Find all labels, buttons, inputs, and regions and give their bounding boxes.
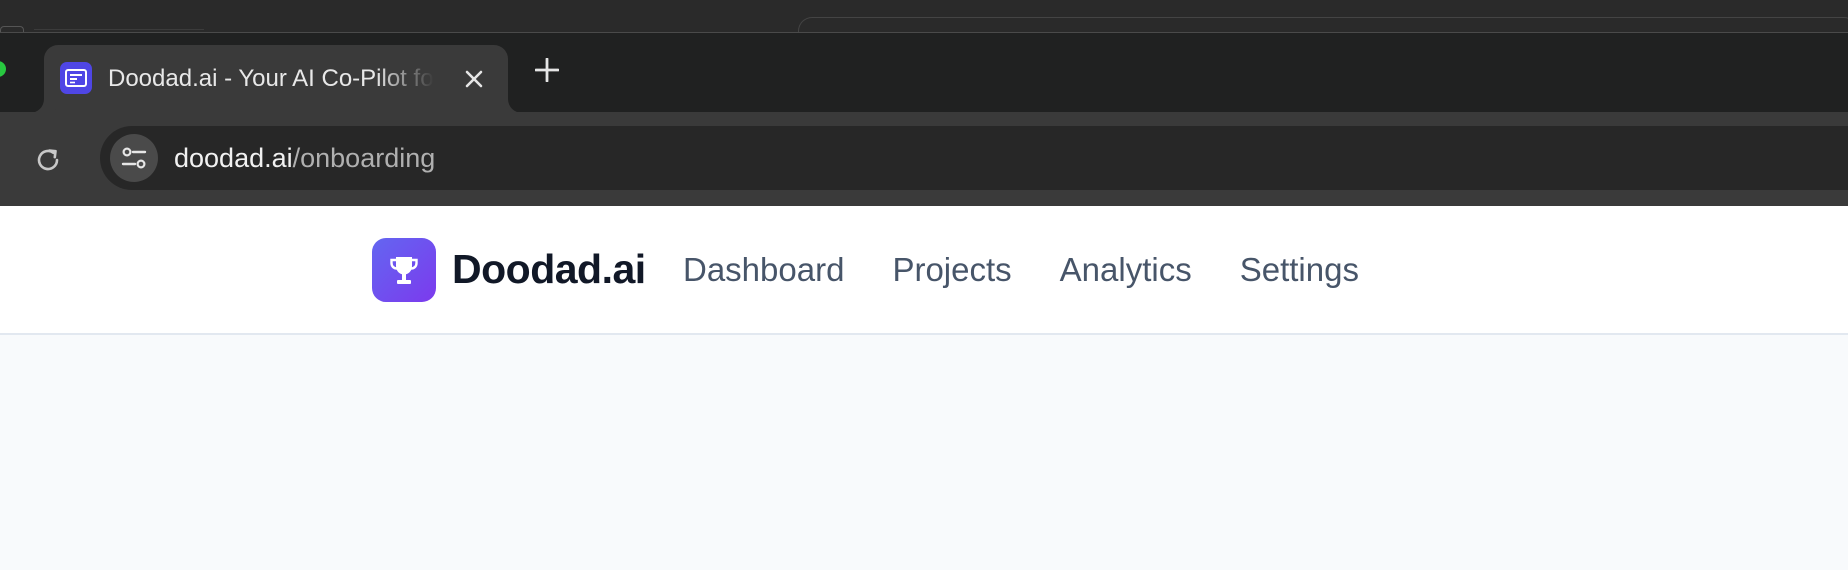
reload-icon[interactable] [30, 142, 66, 178]
nav-settings[interactable]: Settings [1240, 251, 1359, 289]
address-bar[interactable]: doodad.ai/onboarding [100, 126, 1848, 190]
nav-projects[interactable]: Projects [892, 251, 1011, 289]
brand-name[interactable]: Doodad.ai [452, 246, 646, 293]
browser-tab-strip: Doodad.ai - Your AI Co-Pilot for Project… [0, 32, 1848, 113]
browser-tab-active[interactable]: Doodad.ai - Your AI Co-Pilot for Project… [44, 45, 508, 113]
tab-title: Doodad.ai - Your AI Co-Pilot for Project… [108, 65, 434, 92]
os-top-strip [0, 0, 1848, 37]
main-nav: Dashboard Projects Analytics Settings [683, 251, 1359, 289]
background-window-divider [34, 29, 204, 30]
tune-icon[interactable] [110, 134, 158, 182]
window-zoom-button[interactable] [0, 61, 6, 77]
nav-dashboard[interactable]: Dashboard [683, 251, 844, 289]
url-path: /onboarding [292, 143, 436, 173]
plus-icon[interactable] [532, 55, 562, 85]
url-host: doodad.ai [174, 143, 293, 173]
page-content: Doodad.ai Dashboard Projects Analytics S… [0, 206, 1848, 570]
nav-analytics[interactable]: Analytics [1060, 251, 1192, 289]
trophy-icon[interactable] [372, 238, 436, 302]
url-text[interactable]: doodad.ai/onboarding [174, 143, 435, 174]
card-icon [60, 62, 92, 94]
browser-toolbar: doodad.ai/onboarding [0, 112, 1848, 206]
close-icon[interactable] [460, 65, 488, 93]
app-header: Doodad.ai Dashboard Projects Analytics S… [0, 206, 1848, 335]
